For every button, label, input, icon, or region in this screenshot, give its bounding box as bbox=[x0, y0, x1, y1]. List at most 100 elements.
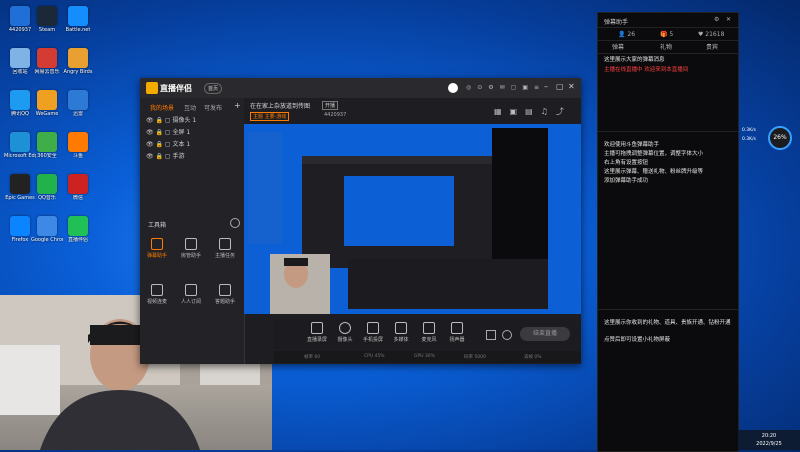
download-speed: 0.3K/s bbox=[742, 137, 756, 142]
app-icon bbox=[37, 6, 57, 26]
heart-icon: ♥ 21618 bbox=[698, 31, 725, 38]
status-gpu: GPU 30% bbox=[414, 354, 435, 359]
danmu-tab-gift[interactable]: 礼物 bbox=[660, 42, 672, 51]
cpu-gauge[interactable]: 26% bbox=[768, 126, 792, 150]
desktop-icon[interactable]: Angry Birds bbox=[62, 48, 94, 75]
danmu-message: 欢迎使用斗鱼弹幕助手 bbox=[604, 142, 660, 148]
desktop-icon-label: 微信 bbox=[72, 195, 83, 201]
danmu-message: 右上角有设置按钮 bbox=[604, 160, 649, 166]
app-icon bbox=[10, 48, 30, 68]
app-icon bbox=[68, 48, 88, 68]
titlebar-tools: ◎⊙⚙✉▢▣≡ bbox=[466, 84, 546, 91]
media-button[interactable]: 多媒体 bbox=[388, 322, 414, 343]
danmu-tab-vip[interactable]: 贵宾 bbox=[706, 42, 718, 51]
danmu-close-icon[interactable]: ✕ bbox=[726, 16, 731, 23]
preview-tools: ▦▣▤♫⤴ bbox=[494, 107, 572, 116]
desktop-icon[interactable]: Battle.net bbox=[62, 6, 94, 33]
scene-label: 文本 1 bbox=[172, 141, 191, 148]
desktop-icon[interactable]: Google Chrome bbox=[31, 216, 63, 243]
settings-icon[interactable] bbox=[502, 330, 512, 340]
tool-room-admin[interactable]: 房管助手 bbox=[178, 238, 204, 259]
add-scene-button[interactable]: + bbox=[234, 101, 241, 110]
microphone-button[interactable]: 麦克风 bbox=[416, 322, 442, 343]
desktop-icon-label: 网易云音乐 bbox=[34, 69, 60, 75]
record-icon[interactable] bbox=[486, 330, 496, 340]
danmu-message: 主播在线直播中 欢迎来到本直播间 bbox=[604, 67, 689, 73]
danmu-message: 这里展示大家的弹幕消息 bbox=[604, 57, 665, 63]
scene-item[interactable]: 👁 🔒 ▢ 全屏 1 bbox=[146, 128, 190, 138]
danmu-stats: 👤 26 🎁 5 ♥ 21618 bbox=[598, 27, 738, 41]
desktop-icon[interactable]: 360安全 bbox=[31, 132, 63, 159]
desktop-icon[interactable]: WeGame bbox=[31, 90, 63, 117]
speaker-button[interactable]: 扬声器 bbox=[444, 322, 470, 343]
app-logo-icon bbox=[146, 82, 158, 94]
tab-interact[interactable]: 互动 bbox=[184, 103, 196, 112]
tab-publish[interactable]: 可发布 bbox=[204, 103, 222, 112]
end-stream-button[interactable]: 结束直播 bbox=[520, 327, 570, 341]
app-icon bbox=[68, 132, 88, 152]
danmu-title: 弹幕助手 bbox=[604, 19, 629, 26]
tool-subscribe[interactable]: 人人订阅 bbox=[178, 284, 204, 305]
toolbox-settings-icon[interactable] bbox=[230, 218, 240, 228]
stream-title[interactable]: 在在家上杂放道到传图 bbox=[250, 101, 310, 110]
network-widget: 0.3K/s 0.3K/s 26% bbox=[742, 126, 792, 150]
camera-button[interactable]: 摄像头 bbox=[332, 322, 358, 343]
toolbox-title: 工具箱 bbox=[148, 222, 167, 229]
scene-label: 手游 bbox=[172, 153, 185, 160]
desktop-icon-label: 直播伴侣 bbox=[67, 237, 88, 243]
app-icon bbox=[37, 132, 57, 152]
app-icon bbox=[37, 174, 57, 194]
home-badge[interactable]: 首页 bbox=[204, 83, 223, 94]
phone-cast-button[interactable]: 手机投屏 bbox=[360, 322, 386, 343]
tool-quiz[interactable]: 答题助手 bbox=[212, 284, 238, 305]
desktop-icon-label: WeGame bbox=[35, 111, 59, 117]
desktop-icon-label: Angry Birds bbox=[63, 69, 93, 75]
user-icon: 👤 26 bbox=[618, 31, 636, 38]
scene-item[interactable]: 👁 🔒 ▢ 手游 bbox=[146, 152, 185, 162]
scene-item[interactable]: 👁 🔒 ▢ 摄像头 1 bbox=[146, 116, 196, 126]
desktop-icon-label: Battle.net bbox=[65, 27, 91, 33]
category-tag[interactable]: 主题 主要-游戏 bbox=[250, 112, 290, 121]
status-fps: 帧率 60 bbox=[304, 355, 321, 360]
stream-info-bar: 在在家上杂放道到传图 开播 主题 主要-游戏 4420937 ▦▣▤♫⤴ bbox=[244, 98, 581, 124]
danmu-message: 这里展示弹幕、赠送礼物、粉丝牌升级等 bbox=[604, 169, 704, 175]
maximize-button[interactable]: ▢ bbox=[556, 82, 564, 91]
close-button[interactable]: ✕ bbox=[568, 82, 575, 91]
app-icon bbox=[68, 174, 88, 194]
bottom-toolbar: 直播录屏 摄像头 手机投屏 多媒体 麦克风 扬声器 结束直播 bbox=[274, 320, 581, 350]
minimize-button[interactable]: – bbox=[544, 82, 548, 91]
danmu-divider bbox=[598, 53, 738, 54]
desktop-icon-label: QQ音乐 bbox=[38, 195, 56, 201]
desktop-icon[interactable]: 斗鱼 bbox=[62, 132, 94, 159]
title-bar: 直播伴侣 首页 ◎⊙⚙✉▢▣≡ – ▢ ✕ bbox=[140, 78, 581, 98]
desktop-icon[interactable]: 直播伴侣 bbox=[62, 216, 94, 243]
danmu-message: 这里展示你收到的礼物、道具、贵族开通、钻粉开通 bbox=[604, 320, 731, 326]
app-icon bbox=[10, 6, 30, 26]
desktop-icon[interactable]: 微信 bbox=[62, 174, 94, 201]
status-dropped: 丢帧 0% bbox=[524, 355, 542, 360]
screen-record-button[interactable]: 直播录屏 bbox=[304, 322, 330, 343]
desktop-icon[interactable]: 迅雷 bbox=[62, 90, 94, 117]
desktop-icon-label: 360安全 bbox=[37, 153, 57, 159]
taskbar-time: 20:20 bbox=[761, 433, 777, 439]
preview-mirror bbox=[244, 124, 581, 314]
danmu-settings-icon[interactable]: ⚙ bbox=[714, 16, 719, 23]
avatar[interactable] bbox=[448, 83, 458, 93]
tool-video-link[interactable]: 视频连麦 bbox=[144, 284, 170, 305]
scene-label: 全屏 1 bbox=[172, 129, 191, 136]
status-bar: 帧率 60 CPU 45% GPU 30% 码率 5000 丢帧 0% bbox=[274, 351, 581, 363]
taskbar-clock[interactable]: 20:20 2022/9/25 bbox=[738, 430, 800, 450]
left-panel: 我的场景 互动 可发布 + 👁 🔒 ▢ 摄像头 1 👁 🔒 ▢ 全屏 1 👁 🔒… bbox=[140, 98, 245, 364]
danmu-message: 点赞后即可设置小礼物屏蔽 bbox=[604, 337, 671, 343]
desktop-icon[interactable]: QQ音乐 bbox=[31, 174, 63, 201]
danmu-tab-chat[interactable]: 弹幕 bbox=[612, 42, 624, 51]
tab-scenes[interactable]: 我的场景 bbox=[150, 103, 174, 112]
tool-danmu[interactable]: 弹幕助手 bbox=[144, 238, 170, 259]
danmu-message: 主播可拖拽调整弹幕位置，调整字体大小 bbox=[604, 151, 704, 157]
desktop-icon[interactable]: Steam bbox=[31, 6, 63, 33]
tool-task[interactable]: 主播任务 bbox=[212, 238, 238, 259]
desktop-icon[interactable]: 网易云音乐 bbox=[31, 48, 63, 75]
live-tag[interactable]: 开播 bbox=[322, 101, 339, 110]
live-studio-window: 直播伴侣 首页 ◎⊙⚙✉▢▣≡ – ▢ ✕ 我的场景 互动 可发布 + 👁 🔒 … bbox=[140, 78, 581, 364]
scene-item[interactable]: 👁 🔒 ▢ 文本 1 bbox=[146, 140, 190, 150]
